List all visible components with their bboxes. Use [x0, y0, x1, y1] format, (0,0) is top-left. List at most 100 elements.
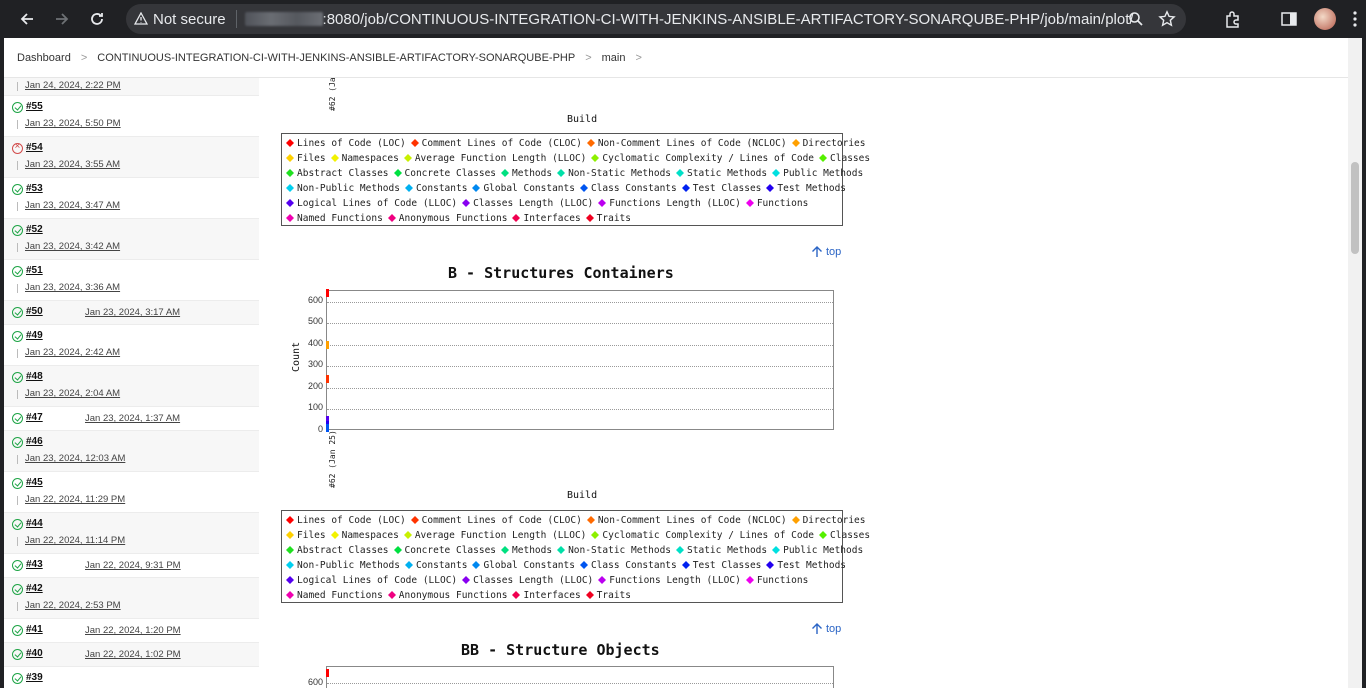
legend-item: Global Constants	[470, 183, 575, 194]
top-link[interactable]: top	[811, 623, 841, 635]
build-row[interactable]: #53 Jan 23, 2024, 3:47 AM	[4, 178, 259, 219]
breadcrumb-main[interactable]: main	[602, 52, 626, 64]
build-number-link[interactable]: #51	[26, 265, 43, 276]
legend-marker-icon	[591, 529, 600, 539]
legend-item: Anonymous Functions	[386, 590, 508, 601]
build-date[interactable]: Jan 23, 2024, 1:37 AM	[85, 413, 180, 424]
build-number-link[interactable]: #48	[26, 371, 43, 382]
legend-label: Non-Public Methods	[297, 183, 400, 194]
legend-label: Non-Comment Lines of Code (NCLOC)	[597, 138, 787, 149]
profile-avatar[interactable]	[1314, 8, 1336, 30]
build-number-link[interactable]: #44	[26, 518, 43, 529]
build-date[interactable]: Jan 23, 2024, 3:17 AM	[85, 307, 180, 318]
build-number-link[interactable]: #43	[26, 559, 43, 570]
chart-legend: Lines of Code (LOC) Comment Lines of Code…	[281, 133, 870, 226]
build-date[interactable]: Jan 22, 2024, 1:20 PM	[85, 625, 181, 636]
build-number-link[interactable]: #49	[26, 330, 43, 341]
build-row[interactable]: #55 Jan 23, 2024, 5:50 PM	[4, 96, 259, 137]
legend-marker-icon	[586, 137, 595, 147]
y-tick-label: 400	[307, 337, 323, 348]
build-number-link[interactable]: #53	[26, 183, 43, 194]
build-number-link[interactable]: #45	[26, 477, 43, 488]
legend-marker-icon	[772, 544, 781, 554]
build-date[interactable]: Jan 22, 2024, 11:29 PM	[25, 494, 125, 505]
legend-item: Lines of Code (LOC)	[284, 138, 406, 149]
zoom-icon[interactable]	[1128, 11, 1144, 27]
build-number-link[interactable]: #40	[26, 648, 43, 659]
build-row[interactable]: #44 Jan 22, 2024, 11:14 PM	[4, 513, 259, 554]
legend-item: Files	[284, 153, 326, 164]
grid-line	[327, 301, 833, 303]
build-date[interactable]: Jan 23, 2024, 2:42 AM	[25, 347, 120, 358]
legend-label: Named Functions	[297, 590, 383, 601]
legend-item: Non-Public Methods	[284, 560, 400, 571]
legend-label: Class Constants	[590, 183, 677, 194]
build-number-link[interactable]: #41	[26, 624, 43, 635]
build-number-link[interactable]: #42	[26, 583, 43, 594]
menu-icon[interactable]	[1352, 10, 1358, 28]
build-row[interactable]: #45 Jan 22, 2024, 11:29 PM	[4, 472, 259, 513]
y-tick-label: 600	[307, 294, 323, 305]
build-row[interactable]: #47 Jan 23, 2024, 1:37 AM	[4, 407, 259, 431]
arrow-up-icon	[812, 246, 822, 257]
build-date[interactable]: Jan 22, 2024, 9:31 PM	[85, 560, 181, 571]
build-row[interactable]: #43 Jan 22, 2024, 9:31 PM	[4, 554, 259, 578]
security-chip[interactable]: Not secure	[126, 4, 236, 34]
extensions-icon[interactable]	[1224, 10, 1242, 28]
divider	[17, 120, 18, 129]
scrollbar[interactable]	[1348, 38, 1362, 688]
legend-item: Class Constants	[578, 183, 677, 194]
build-row[interactable]: #54 Jan 23, 2024, 3:55 AM	[4, 137, 259, 178]
top-link[interactable]: top	[811, 246, 841, 258]
build-date[interactable]: Jan 22, 2024, 11:14 PM	[25, 535, 125, 546]
build-number-link[interactable]: #46	[26, 436, 43, 447]
build-date[interactable]: Jan 23, 2024, 3:42 AM	[25, 241, 120, 252]
build-number-link[interactable]: #55	[26, 101, 43, 112]
forward-icon[interactable]	[44, 1, 80, 37]
build-date[interactable]: Jan 23, 2024, 12:03 AM	[25, 453, 125, 464]
build-number-link[interactable]: #47	[26, 412, 43, 423]
bookmark-star-icon[interactable]	[1158, 10, 1176, 28]
reload-icon[interactable]	[79, 1, 115, 37]
build-date[interactable]: Jan 22, 2024, 1:02 PM	[85, 649, 181, 660]
build-number-link[interactable]: #52	[26, 224, 43, 235]
y-tick-label: 300	[307, 359, 323, 370]
build-row[interactable]: #39	[4, 667, 259, 688]
legend-label: Files	[297, 153, 326, 164]
legend-label: Anonymous Functions	[398, 590, 508, 601]
scrollbar-thumb[interactable]	[1351, 162, 1359, 254]
build-row[interactable]: #50 Jan 23, 2024, 3:17 AM	[4, 301, 259, 325]
legend-label: Lines of Code (LOC)	[297, 138, 406, 149]
side-panel-icon[interactable]	[1280, 10, 1298, 28]
legend-item: Comment Lines of Code (CLOC)	[409, 138, 582, 149]
legend-marker-icon	[286, 559, 294, 569]
build-number-link[interactable]: #39	[26, 672, 43, 683]
build-date[interactable]: Jan 22, 2024, 2:53 PM	[25, 600, 121, 611]
legend-marker-icon	[579, 182, 588, 192]
build-date[interactable]: Jan 23, 2024, 3:55 AM	[25, 159, 120, 170]
legend-marker-icon	[772, 167, 781, 177]
build-number-link[interactable]: #50	[26, 306, 43, 317]
breadcrumb-dashboard[interactable]: Dashboard	[17, 52, 71, 64]
build-date[interactable]: Jan 24, 2024, 2:22 PM	[25, 80, 121, 91]
build-row[interactable]: #42 Jan 22, 2024, 2:53 PM	[4, 578, 259, 619]
legend-row: Logical Lines of Code (LLOC) Classes Leng…	[284, 196, 842, 211]
build-row[interactable]: Jan 24, 2024, 2:22 PM	[4, 78, 259, 96]
back-icon[interactable]	[9, 1, 45, 37]
build-date[interactable]: Jan 23, 2024, 2:04 AM	[25, 388, 120, 399]
breadcrumb-job[interactable]: CONTINUOUS-INTEGRATION-CI-WITH-JENKINS-A…	[97, 52, 575, 64]
build-date[interactable]: Jan 23, 2024, 5:50 PM	[25, 118, 121, 129]
build-row[interactable]: #49 Jan 23, 2024, 2:42 AM	[4, 325, 259, 366]
build-number-link[interactable]: #54	[26, 142, 43, 153]
address-bar[interactable]: Not secure :8080/job/CONTINUOUS-INTEGRAT…	[126, 4, 1186, 34]
build-row[interactable]: #46 Jan 23, 2024, 12:03 AM	[4, 431, 259, 472]
build-row[interactable]: #52 Jan 23, 2024, 3:42 AM	[4, 219, 259, 260]
build-row[interactable]: #51 Jan 23, 2024, 3:36 AM	[4, 260, 259, 301]
build-row[interactable]: #48 Jan 23, 2024, 2:04 AM	[4, 366, 259, 407]
legend-marker-icon	[286, 529, 294, 539]
build-row[interactable]: #41 Jan 22, 2024, 1:20 PM	[4, 619, 259, 643]
build-row[interactable]: #40 Jan 22, 2024, 1:02 PM	[4, 643, 259, 667]
build-date[interactable]: Jan 23, 2024, 3:47 AM	[25, 200, 120, 211]
build-date[interactable]: Jan 23, 2024, 3:36 AM	[25, 282, 120, 293]
legend-label: Non-Static Methods	[568, 168, 672, 179]
